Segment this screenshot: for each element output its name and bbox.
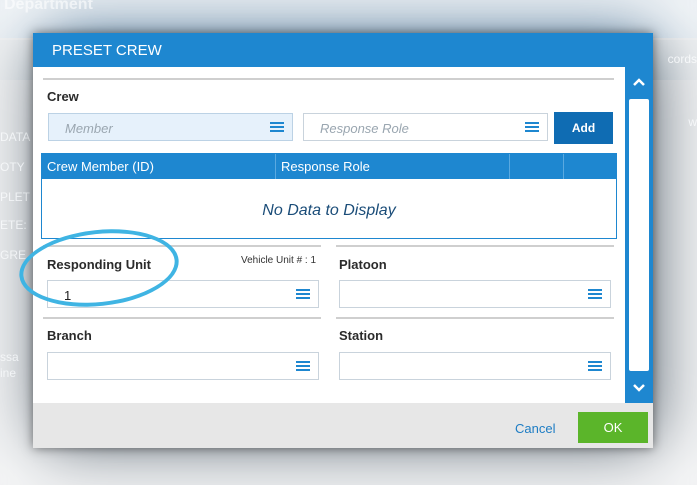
chevron-up-icon[interactable]	[628, 71, 650, 93]
scrollbar[interactable]	[625, 67, 653, 403]
divider	[43, 317, 321, 319]
vehicle-unit-label: Vehicle Unit # : 1	[241, 255, 317, 266]
list-icon[interactable]	[588, 289, 602, 300]
list-icon[interactable]	[296, 361, 310, 372]
grid-empty-message: No Data to Display	[262, 202, 396, 219]
chevron-down-icon[interactable]	[628, 377, 650, 399]
grid-header: Crew Member (ID) Response Role	[42, 154, 616, 179]
list-icon[interactable]	[588, 361, 602, 372]
response-role-field[interactable]: Response Role	[303, 113, 548, 141]
preset-crew-dialog: PRESET CREW Crew Member Response Role Ad…	[15, 33, 653, 448]
add-button[interactable]: Add	[554, 112, 613, 144]
background-text: ine	[0, 366, 17, 380]
station-label: Station	[339, 328, 384, 343]
background-header-title: Department	[4, 0, 93, 13]
background-text: cords	[667, 52, 697, 66]
background-text: w	[688, 115, 697, 129]
column-header-crew-member[interactable]: Crew Member (ID)	[42, 154, 276, 179]
divider	[43, 78, 614, 80]
list-icon[interactable]	[270, 122, 284, 133]
branch-field[interactable]	[47, 352, 319, 380]
dialog-title: PRESET CREW	[52, 42, 162, 59]
background-text: ETE:	[0, 218, 27, 232]
dialog-footer: Cancel OK	[33, 403, 653, 448]
platoon-label: Platoon	[339, 257, 387, 272]
background-text: ssa	[0, 350, 19, 364]
cancel-button[interactable]: Cancel	[515, 421, 555, 436]
member-placeholder: Member	[65, 121, 113, 136]
dialog-header: PRESET CREW	[33, 33, 653, 67]
ok-button[interactable]: OK	[578, 412, 648, 443]
column-header-blank	[564, 154, 616, 179]
background-text: PLET	[0, 190, 31, 204]
background-text: OTY	[0, 160, 25, 174]
station-field[interactable]	[339, 352, 611, 380]
list-icon[interactable]	[296, 289, 310, 300]
member-field[interactable]: Member	[48, 113, 293, 141]
crew-section-label: Crew	[47, 89, 79, 104]
list-icon[interactable]	[525, 122, 539, 133]
scrollbar-thumb[interactable]	[629, 99, 649, 371]
background-text: GRE	[0, 248, 27, 262]
column-header-response-role[interactable]: Response Role	[276, 154, 510, 179]
branch-label: Branch	[47, 328, 92, 343]
divider	[336, 317, 614, 319]
platoon-field[interactable]	[339, 280, 611, 308]
crew-grid: Crew Member (ID) Response Role No Data t…	[41, 153, 617, 239]
column-header-blank	[510, 154, 564, 179]
background-text: DATA	[0, 130, 31, 144]
divider	[336, 245, 614, 247]
response-role-placeholder: Response Role	[320, 121, 409, 136]
